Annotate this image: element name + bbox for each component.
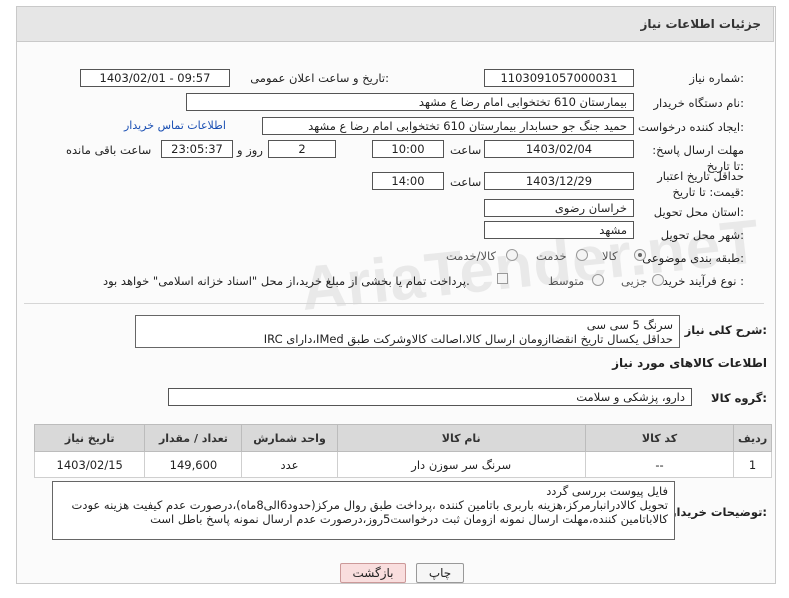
col-quantity: تعداد / مقدار bbox=[144, 424, 243, 452]
cell-goods-code: -- bbox=[584, 451, 735, 478]
days-field: 2 bbox=[268, 140, 336, 158]
purchase-radio-minor[interactable] bbox=[652, 274, 664, 286]
goods-section-title: اطلاعات کالاهای مورد نیاز bbox=[612, 356, 767, 370]
cell-unit: عدد bbox=[241, 451, 338, 478]
purchase-option-minor: جزیی bbox=[621, 274, 648, 288]
panel-title: جزئیات اطلاعات نیاز bbox=[640, 17, 761, 31]
description-line-2: حداقل یکسال تاریخ انقضاازومان ارسال کالا… bbox=[263, 332, 673, 346]
col-row: ردیف bbox=[733, 424, 772, 452]
price-date-field: 1403/12/29 bbox=[484, 172, 634, 190]
buyer-contact-link[interactable]: اطلاعات تماس خریدار bbox=[124, 119, 226, 132]
category-label: طبقه بندی موضوعی: bbox=[642, 251, 744, 265]
back-button[interactable]: بازگشت bbox=[340, 563, 406, 583]
description-textarea: سرنگ 5 سی سی حداقل یکسال تاریخ انقضاازوم… bbox=[135, 315, 680, 348]
buyer-org-label: نام دستگاه خریدار: bbox=[653, 96, 744, 110]
buyer-notes-line-2: تحویل کالادرانبارمرکز،هزینه باربری باتام… bbox=[71, 498, 668, 512]
city-field: مشهد bbox=[484, 221, 634, 239]
table-row: 1403/02/15 149,600 عدد سرنگ سر سوزن دار … bbox=[33, 451, 772, 478]
days-label: روز و bbox=[237, 143, 263, 157]
price-validity-label: حداقل تاریخ اعتبار قیمت: تا تاریخ: bbox=[657, 169, 744, 199]
category-radio-goods-service[interactable] bbox=[506, 249, 518, 261]
need-number-field: 1103091057000031 bbox=[484, 69, 634, 87]
province-label: استان محل تحویل: bbox=[653, 205, 744, 219]
treasury-payment-checkbox[interactable] bbox=[497, 273, 508, 284]
buyer-notes-line-1: فایل پیوست بررسی گردد bbox=[546, 484, 668, 498]
purchase-option-medium: متوسط bbox=[548, 274, 585, 288]
province-field: خراسان رضوی bbox=[484, 199, 634, 217]
buyer-notes-label: توضیحات خریدار: bbox=[669, 505, 767, 519]
col-goods-name: نام کالا bbox=[336, 424, 586, 452]
payment-note: پرداخت تمام یا بخشی از مبلغ خرید،از محل … bbox=[103, 274, 470, 288]
col-need-date: تاریخ نیاز bbox=[33, 424, 146, 452]
buyer-notes-textarea: فایل پیوست بررسی گردد تحویل کالادرانبارم… bbox=[52, 481, 675, 540]
category-option-service: خدمت bbox=[536, 249, 567, 263]
price-time-field: 14:00 bbox=[372, 172, 444, 190]
buyer-notes-line-3: کالاباتامین کننده،مهلت ارسال نمونه ازوما… bbox=[150, 512, 668, 526]
announce-field: 1403/02/01 - 09:57 bbox=[80, 69, 230, 87]
cell-goods-name: سرنگ سر سوزن دار bbox=[336, 451, 586, 478]
panel-header: جزئیات اطلاعات نیاز bbox=[16, 6, 774, 42]
col-unit: واحد شمارش bbox=[241, 424, 338, 452]
announce-label: تاریخ و ساعت اعلان عمومی: bbox=[250, 71, 389, 85]
goods-group-field: دارو، پزشکی و سلامت bbox=[168, 388, 692, 406]
category-radio-goods[interactable] bbox=[634, 249, 646, 261]
requester-label: ایجاد کننده درخواست: bbox=[638, 120, 744, 134]
remaining-label: ساعت باقی مانده bbox=[66, 143, 152, 157]
cell-need-date: 1403/02/15 bbox=[33, 451, 146, 478]
reply-date-field: 1403/02/04 bbox=[484, 140, 634, 158]
price-time-label: ساعت bbox=[450, 175, 482, 189]
divider bbox=[24, 303, 764, 304]
cell-row: 1 bbox=[733, 451, 772, 478]
remaining-time-field: 23:05:37 bbox=[161, 140, 233, 158]
category-option-goods: کالا bbox=[602, 249, 618, 263]
description-label: شرح کلی نیاز: bbox=[684, 323, 767, 337]
need-number-label: شماره نیاز: bbox=[689, 71, 744, 85]
goods-table: تاریخ نیاز تعداد / مقدار واحد شمارش نام … bbox=[33, 424, 772, 478]
city-label: شهر محل تحویل: bbox=[660, 228, 744, 242]
cell-quantity: 149,600 bbox=[144, 451, 243, 478]
reply-time-label: ساعت bbox=[450, 143, 482, 157]
category-radio-service[interactable] bbox=[576, 249, 588, 261]
col-goods-code: کد کالا bbox=[584, 424, 735, 452]
reply-time-field: 10:00 bbox=[372, 140, 444, 158]
purchase-type-label: نوع فرآیند خرید : bbox=[662, 274, 744, 288]
goods-group-label: گروه کالا: bbox=[711, 391, 767, 405]
description-line-1: سرنگ 5 سی سی bbox=[586, 318, 673, 332]
category-option-goods-service: کالا/خدمت bbox=[446, 249, 497, 263]
print-button[interactable]: چاپ bbox=[416, 563, 464, 583]
requester-field: حمید جنگ جو حسابدار بیمارستان 610 تختخوا… bbox=[262, 117, 634, 135]
buyer-org-field: بیمارستان 610 تختخوابی امام رضا ع مشهد bbox=[186, 93, 634, 111]
purchase-radio-medium[interactable] bbox=[592, 274, 604, 286]
